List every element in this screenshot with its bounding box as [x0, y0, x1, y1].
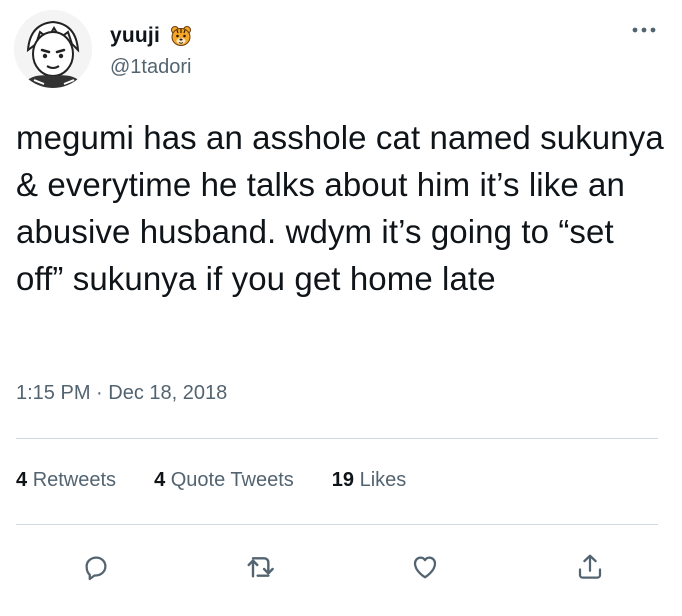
tweet-stats: 4 Retweets 4 Quote Tweets 19 Likes: [16, 469, 444, 492]
quote-tweets-stat[interactable]: 4 Quote Tweets: [154, 469, 294, 492]
likes-label: Likes: [359, 469, 407, 491]
likes-stat[interactable]: 19 Likes: [332, 469, 407, 492]
reply-icon: [85, 556, 107, 581]
quote-tweets-count: 4: [154, 469, 166, 491]
tweet-text: megumi has an asshole cat named sukunya …: [16, 119, 664, 297]
author-name-row: yuuji: [110, 24, 192, 48]
tweet-actions: [78, 549, 608, 585]
like-icon: [414, 556, 437, 579]
retweet-icon: [247, 557, 274, 578]
likes-count: 19: [331, 469, 355, 491]
retweets-label: Retweets: [32, 469, 117, 491]
tiger-face-icon: [170, 25, 192, 47]
avatar[interactable]: [14, 10, 92, 88]
tweet-date: Dec 18, 2018: [108, 382, 228, 404]
divider: [16, 438, 658, 439]
divider: [16, 524, 658, 525]
retweets-stat[interactable]: 4 Retweets: [16, 469, 116, 492]
timestamp-separator: ·: [96, 382, 103, 404]
quote-tweets-label: Quote Tweets: [170, 469, 294, 491]
reply-button[interactable]: [78, 549, 114, 585]
more-options-icon[interactable]: [630, 22, 658, 38]
tweet-timestamp[interactable]: 1:15 PM · Dec 18, 2018: [16, 382, 227, 405]
share-icon: [578, 554, 602, 579]
share-button[interactable]: [572, 549, 608, 585]
display-name[interactable]: yuuji: [110, 24, 160, 48]
author-handle[interactable]: @1tadori: [110, 56, 191, 79]
retweets-count: 4: [16, 469, 28, 491]
like-button[interactable]: [407, 549, 443, 585]
retweet-button[interactable]: [243, 549, 279, 585]
tweet-time: 1:15 PM: [16, 382, 91, 404]
